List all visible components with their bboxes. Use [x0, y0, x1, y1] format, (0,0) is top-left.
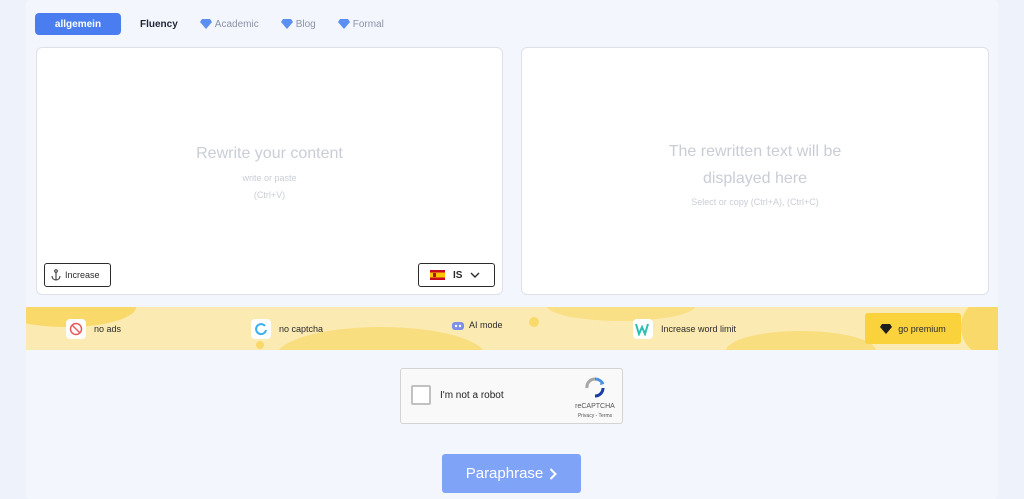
tab-blog[interactable]: Blog — [280, 18, 316, 30]
recaptcha-logo-icon — [585, 377, 605, 398]
chevron-down-icon — [470, 272, 480, 278]
chevron-right-icon — [550, 467, 558, 480]
premium-banner: no ads no captcha AI mode Increase word … — [26, 307, 998, 350]
go-premium-button[interactable]: go premium — [865, 313, 961, 344]
input-placeholder-title: Rewrite your content — [196, 145, 343, 162]
tab-allgemein[interactable]: allgemein — [35, 13, 121, 35]
feature-label: AI mode — [469, 320, 503, 330]
input-placeholder-hint: write or paste — [242, 173, 297, 183]
banner-decoration — [726, 331, 876, 350]
tab-fluency-label: Fluency — [140, 18, 178, 30]
output-textarea[interactable]: The rewritten text will be displayed her… — [521, 47, 989, 295]
diamond-icon — [880, 323, 893, 334]
spain-flag-icon — [430, 270, 445, 280]
output-placeholder-hint: Select or copy (Ctrl+A), (Ctrl+C) — [691, 197, 819, 207]
word-limit-icon — [633, 319, 653, 339]
feature-ai-mode: AI mode — [451, 319, 503, 331]
recaptcha-widget: I'm not a robot reCAPTCHA Privacy - Term… — [400, 368, 623, 424]
output-placeholder-line2: displayed here — [702, 170, 808, 187]
anchor-icon — [51, 269, 61, 281]
banner-decoration — [961, 307, 998, 350]
recaptcha-label: I'm not a robot — [440, 390, 504, 401]
increase-label: Increase — [65, 270, 100, 280]
feature-word-limit: Increase word limit — [633, 319, 736, 339]
diamond-icon — [337, 19, 350, 29]
tab-academic-label: Academic — [214, 18, 259, 30]
recaptcha-brand: reCAPTCHA — [575, 403, 615, 410]
tab-formal[interactable]: Formal — [337, 18, 384, 30]
recaptcha-links[interactable]: Privacy - Terms — [571, 413, 619, 419]
feature-label: no captcha — [279, 324, 324, 334]
go-premium-label: go premium — [898, 323, 946, 334]
feature-label: Increase word limit — [661, 324, 737, 334]
no-ads-icon — [66, 319, 86, 339]
diamond-icon — [199, 19, 212, 29]
tab-blog-label: Blog — [295, 18, 316, 30]
language-code: IS — [453, 269, 463, 281]
feature-no-captcha: no captcha — [251, 319, 323, 339]
recaptcha-checkbox[interactable] — [411, 385, 431, 405]
robot-icon — [452, 322, 464, 330]
feature-label: no ads — [94, 324, 122, 334]
output-placeholder-line1: The rewritten text will be — [668, 143, 842, 160]
banner-decoration — [256, 341, 264, 349]
paraphrase-label: Paraphrase — [465, 465, 544, 482]
mode-tabs: allgemein Fluency Academic Blog Formal — [35, 13, 384, 35]
paraphrase-button[interactable]: Paraphrase — [442, 454, 581, 493]
language-select[interactable]: IS — [418, 263, 495, 287]
tab-academic[interactable]: Academic — [199, 18, 259, 30]
tab-formal-label: Formal — [352, 18, 384, 30]
tab-fluency[interactable]: Fluency — [140, 19, 178, 30]
input-placeholder-shortcut: (Ctrl+V) — [253, 190, 286, 200]
feature-no-ads: no ads — [66, 319, 121, 339]
banner-decoration — [529, 317, 539, 327]
increase-button[interactable]: Increase — [44, 263, 111, 287]
captcha-icon — [251, 319, 271, 339]
input-textarea[interactable]: Rewrite your content write or paste (Ctr… — [36, 47, 503, 295]
diamond-icon — [280, 19, 293, 29]
